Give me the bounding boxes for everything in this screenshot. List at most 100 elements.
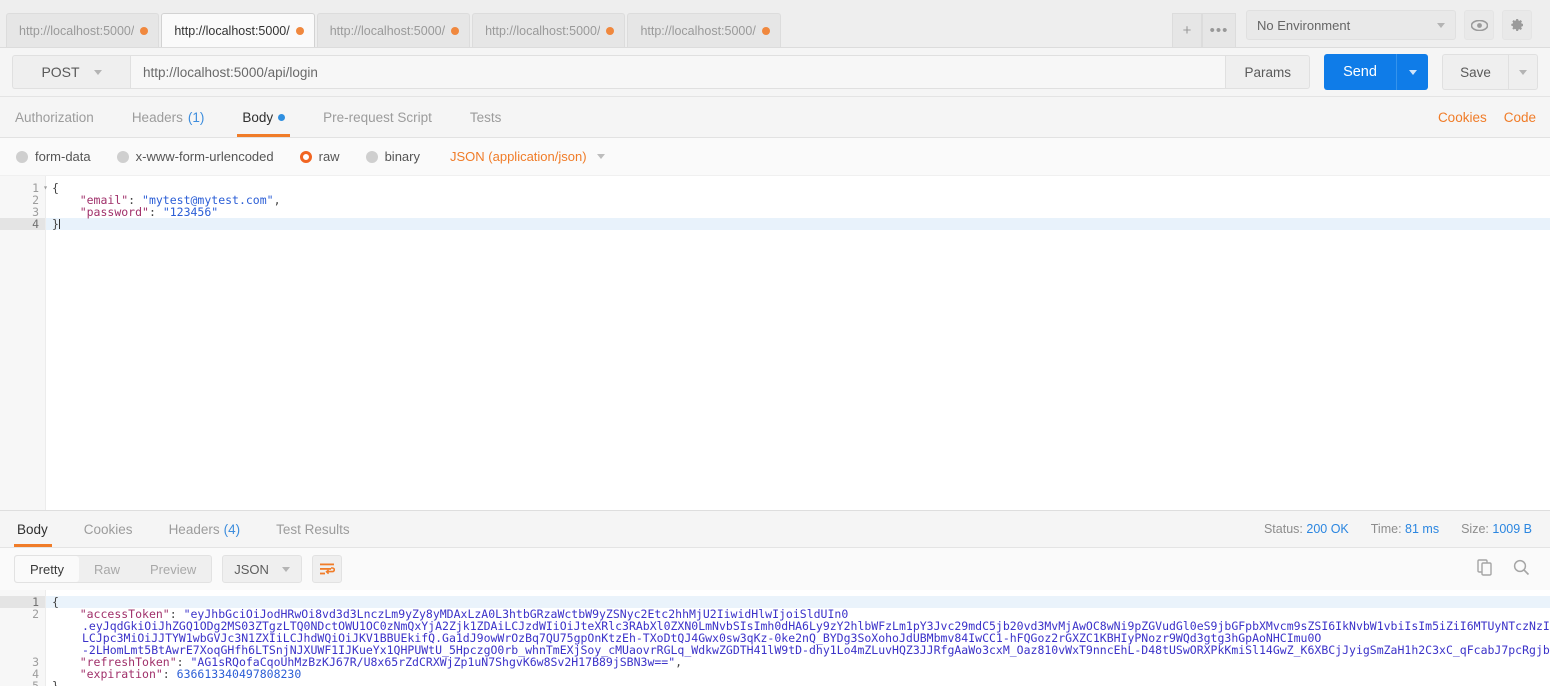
request-body-editor[interactable]: 1234 { "email": "mytest@mytest.com", "pa… <box>0 175 1550 510</box>
body-type-binary[interactable]: binary <box>365 149 420 164</box>
response-format-label: JSON <box>234 561 269 577</box>
request-tab-4[interactable]: http://localhost:5000/ <box>627 13 781 47</box>
radio-icon[interactable] <box>365 150 378 163</box>
save-options-button[interactable] <box>1508 54 1538 90</box>
unsaved-dot-icon[interactable] <box>606 26 615 35</box>
save-button[interactable]: Save <box>1442 54 1508 90</box>
environment-selector[interactable]: No Environment <box>1246 10 1456 40</box>
request-tab-3[interactable]: http://localhost:5000/ <box>472 13 626 47</box>
code-token: , <box>675 655 683 669</box>
request-tab-headers[interactable]: Headers (1) <box>113 97 224 137</box>
chevron-down-icon <box>93 69 102 75</box>
body-type-label: raw <box>318 149 340 164</box>
new-tab-button[interactable]: + <box>1172 13 1202 47</box>
code-token: "expiration" <box>79 667 163 681</box>
request-code[interactable]: { "email": "mytest@mytest.com", "passwor… <box>46 176 1550 510</box>
code-token: } <box>52 679 59 686</box>
chevron-down-icon <box>1519 69 1527 75</box>
code-line: "expiration": 636613340497808230 <box>46 668 1550 680</box>
code-link[interactable]: Code <box>1504 110 1536 125</box>
response-view-raw[interactable]: Raw <box>79 556 135 582</box>
request-tab-label: http://localhost:5000/ <box>485 23 601 38</box>
http-method-label: POST <box>41 64 80 80</box>
tab-label: Cookies <box>83 521 133 537</box>
unsaved-dot-icon[interactable] <box>451 26 460 35</box>
content-type-selector[interactable]: JSON (application/json) <box>450 149 605 164</box>
http-method-selector[interactable]: POST <box>12 55 130 89</box>
response-view-preview[interactable]: Preview <box>135 556 211 582</box>
tab-label: Pre-request Script <box>323 109 432 125</box>
response-section-tabs: Body Cookies Headers (4) Test Results Status… <box>0 510 1550 548</box>
size-label: Size: <box>1461 522 1489 536</box>
tab-label: Test Results <box>276 521 350 537</box>
radio-icon[interactable] <box>116 150 129 163</box>
status-value: 200 OK <box>1306 522 1349 536</box>
send-button[interactable]: Send <box>1324 54 1396 90</box>
copy-icon[interactable] <box>1477 559 1493 579</box>
text-cursor <box>58 219 60 229</box>
code-token: "123456" <box>162 205 219 219</box>
size-value: 1009 B <box>1492 522 1532 536</box>
line-number <box>0 620 45 632</box>
request-tab-label: http://localhost:5000/ <box>640 23 756 38</box>
send-options-button[interactable] <box>1396 54 1428 90</box>
request-links: Cookies Code <box>1438 97 1538 137</box>
response-tab-cookies[interactable]: Cookies <box>66 511 151 547</box>
response-tab-body[interactable]: Body <box>14 511 66 547</box>
response-tab-test-results[interactable]: Test Results <box>258 511 368 547</box>
request-tab-tests[interactable]: Tests <box>451 97 521 137</box>
time-value: 81 ms <box>1405 522 1440 536</box>
body-type-raw[interactable]: raw <box>299 149 340 164</box>
response-toolbar: Pretty Raw Preview JSON <box>0 548 1550 590</box>
request-tab-bar: http://localhost:5000/http://localhost:5… <box>0 0 1550 48</box>
unsaved-dot-icon[interactable] <box>295 26 304 35</box>
code-line: "password": "123456" <box>46 206 1550 218</box>
time-label: Time: <box>1370 522 1402 536</box>
response-body-viewer[interactable]: 12345 { "accessToken": "eyJhbGciOiJodHRw… <box>0 590 1550 686</box>
postman-window: http://localhost:5000/http://localhost:5… <box>0 0 1550 686</box>
body-type-row: form-data x-www-form-urlencoded raw binary … <box>0 138 1550 175</box>
response-gutter: 12345 <box>0 590 46 686</box>
gear-icon[interactable] <box>1502 10 1532 40</box>
radio-icon[interactable] <box>299 150 312 163</box>
request-tab-authorization[interactable]: Authorization <box>12 97 113 137</box>
line-number: 5 <box>32 679 39 686</box>
save-button-group: Save <box>1442 54 1538 90</box>
body-present-dot-icon <box>278 113 286 121</box>
unsaved-dot-icon[interactable] <box>140 26 149 35</box>
tab-count: (1) <box>187 109 205 125</box>
radio-icon[interactable] <box>16 150 28 163</box>
request-tab-label: http://localhost:5000/ <box>19 23 135 38</box>
size-meta: Size: 1009 B <box>1461 522 1532 536</box>
tab-overflow-button[interactable]: ••• <box>1202 13 1236 47</box>
response-view-switch[interactable]: Pretty Raw Preview <box>14 555 213 583</box>
request-tab-1[interactable]: http://localhost:5000/ <box>161 13 315 47</box>
code-line: } <box>46 218 1550 230</box>
body-type-label: form-data <box>35 149 91 164</box>
cookies-link[interactable]: Cookies <box>1438 110 1487 125</box>
request-tab-0[interactable]: http://localhost:5000/ <box>6 13 160 47</box>
request-section-tabs: Authorization Headers (1) Body Pre-request S… <box>0 97 1550 138</box>
status-label: Status: <box>1263 522 1303 536</box>
response-view-pretty[interactable]: Pretty <box>15 556 79 582</box>
body-type-x-www-form-urlencoded[interactable]: x-www-form-urlencoded <box>116 149 274 164</box>
tab-label: Authorization <box>15 109 94 125</box>
params-button[interactable]: Params <box>1226 55 1310 89</box>
send-button-group: Send <box>1324 54 1428 90</box>
word-wrap-icon[interactable] <box>311 555 342 583</box>
request-tab-body[interactable]: Body <box>223 97 304 137</box>
eye-icon[interactable] <box>1464 10 1494 40</box>
body-type-form-data[interactable]: form-data <box>16 149 91 164</box>
code-token: : <box>148 205 163 219</box>
unsaved-dot-icon[interactable] <box>761 26 770 35</box>
response-tab-headers[interactable]: Headers (4) <box>151 511 259 547</box>
request-tab-pre-request-script[interactable]: Pre-request Script <box>304 97 451 137</box>
line-number <box>0 632 45 644</box>
content-type-label: JSON (application/json) <box>450 149 587 164</box>
time-meta: Time: 81 ms <box>1371 522 1439 536</box>
url-input[interactable]: http://localhost:5000/api/login <box>130 55 1227 89</box>
code-token: , <box>273 193 281 207</box>
response-format-selector[interactable]: JSON <box>222 555 302 583</box>
request-tab-2[interactable]: http://localhost:5000/ <box>316 13 471 47</box>
search-icon[interactable] <box>1513 559 1530 579</box>
